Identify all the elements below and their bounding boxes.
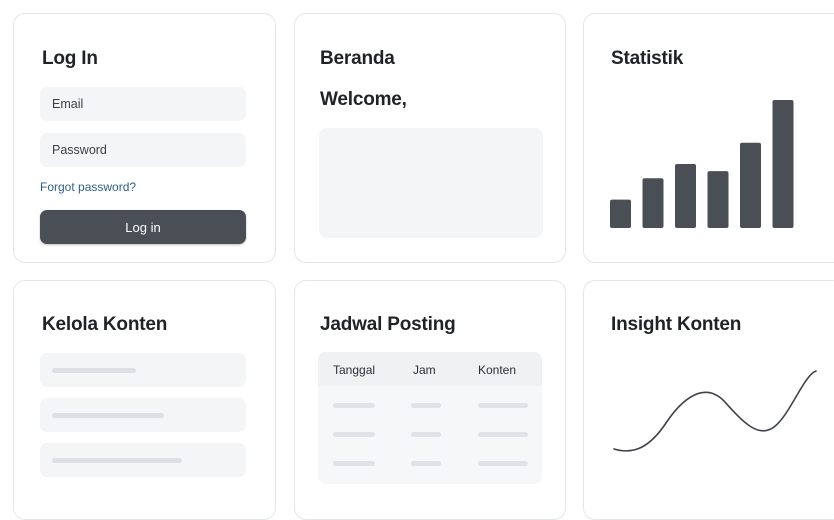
insight-title: Insight Konten xyxy=(611,314,742,335)
table-cell-placeholder xyxy=(333,403,375,408)
table-cell-placeholder xyxy=(333,461,375,466)
list-item[interactable] xyxy=(40,398,246,432)
bar-2 xyxy=(642,178,664,228)
stats-card: Statistik xyxy=(583,13,834,263)
column-header-date: Tanggal xyxy=(333,363,376,377)
bar-5 xyxy=(740,142,761,228)
login-card: Log In Forgot password? Log in xyxy=(13,13,276,263)
schedule-card: Jadwal Posting Tanggal Jam Konten xyxy=(294,280,566,520)
list-item[interactable] xyxy=(40,353,246,387)
content-manager-card: Kelola Konten xyxy=(13,280,276,520)
insight-line-chart xyxy=(613,370,817,452)
bar-1 xyxy=(610,199,631,228)
bar-6 xyxy=(772,100,794,228)
table-cell-placeholder xyxy=(411,432,441,437)
stats-bar-chart xyxy=(610,100,794,228)
bar-3 xyxy=(675,164,696,228)
home-card: Beranda Welcome, xyxy=(294,13,566,263)
welcome-heading: Welcome, xyxy=(320,89,407,110)
table-cell-placeholder xyxy=(333,432,375,437)
column-header-time: Jam xyxy=(413,363,436,377)
stats-title: Statistik xyxy=(611,48,684,69)
list-item[interactable] xyxy=(40,443,246,477)
login-title: Log In xyxy=(42,48,98,69)
password-field[interactable] xyxy=(40,133,246,167)
skeleton-line xyxy=(52,368,136,373)
login-button[interactable]: Log in xyxy=(40,210,246,244)
home-title: Beranda xyxy=(320,48,395,69)
table-cell-placeholder xyxy=(411,461,441,466)
skeleton-line xyxy=(52,413,164,418)
table-cell-placeholder xyxy=(411,403,441,408)
table-cell-placeholder xyxy=(478,403,528,408)
insight-card: Insight Konten xyxy=(583,280,834,520)
welcome-content-placeholder xyxy=(319,128,543,238)
email-field[interactable] xyxy=(40,87,246,121)
table-cell-placeholder xyxy=(478,432,528,437)
forgot-password-link[interactable]: Forgot password? xyxy=(40,180,136,194)
table-cell-placeholder xyxy=(478,461,528,466)
bar-4 xyxy=(707,171,729,228)
insight-trend-line xyxy=(613,370,817,452)
content-manager-title: Kelola Konten xyxy=(42,314,168,335)
table-header: Tanggal Jam Konten xyxy=(318,352,542,386)
skeleton-line xyxy=(52,458,182,463)
schedule-table: Tanggal Jam Konten xyxy=(318,352,542,484)
schedule-title: Jadwal Posting xyxy=(320,314,456,335)
column-header-content: Konten xyxy=(478,363,517,377)
